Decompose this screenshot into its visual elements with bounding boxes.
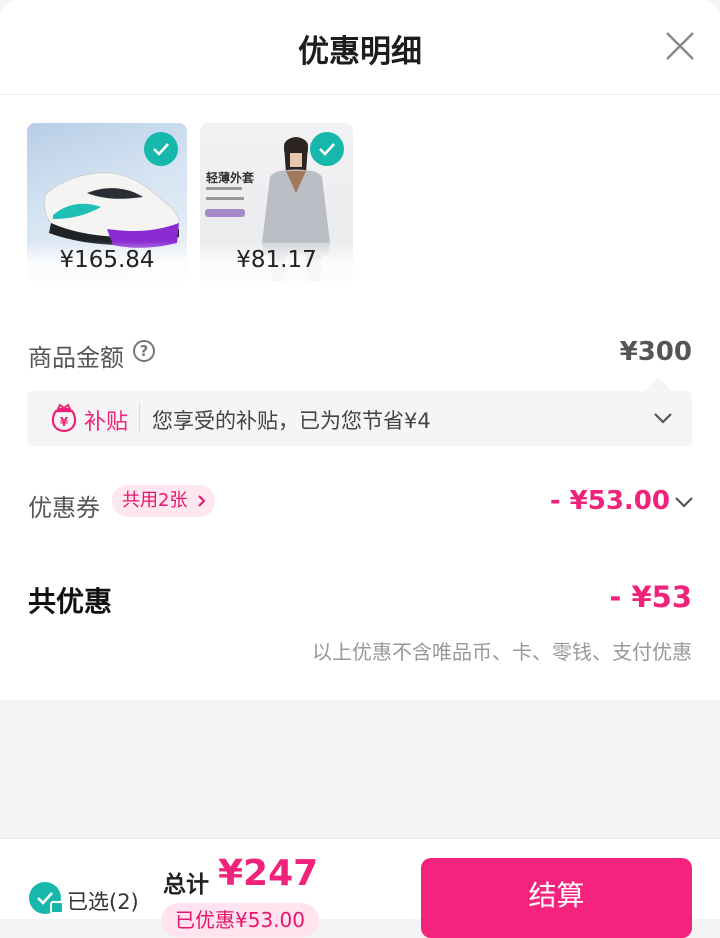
- saved-chip[interactable]: 已优惠¥53.00: [161, 903, 319, 937]
- chevron-right-icon: [198, 495, 206, 507]
- subsidy-tag: 补贴: [84, 410, 129, 435]
- total-discount-label: 共优惠: [28, 585, 113, 618]
- checkout-bar: 已选(2) 总计 ¥247 已优惠¥53.00 结算: [0, 838, 720, 938]
- svg-text:¥: ¥: [60, 415, 69, 429]
- coupon-count-chip[interactable]: 共用2张: [112, 485, 216, 517]
- chevron-down-icon[interactable]: [653, 411, 673, 425]
- goods-amount-value: ¥300: [619, 337, 692, 367]
- selected-count: 已选(2): [67, 890, 139, 914]
- check-icon: [319, 143, 335, 156]
- caption-line: [206, 197, 244, 200]
- page-title: 优惠明细: [298, 34, 422, 70]
- total-label: 总计: [163, 872, 209, 898]
- subsidy-row[interactable]: ¥ 补贴 您享受的补贴，已为您节省¥4: [27, 391, 692, 446]
- image-caption: 轻薄外套: [206, 171, 255, 185]
- close-icon[interactable]: [662, 28, 698, 64]
- help-icon[interactable]: ?: [133, 340, 155, 362]
- subsidy-notch: [644, 377, 672, 391]
- total-value: ¥247: [218, 853, 319, 894]
- check-icon: [153, 143, 169, 156]
- chevron-down-icon[interactable]: [674, 495, 694, 509]
- discount-note: 以上优惠不含唯品币、卡、零钱、支付优惠: [312, 640, 692, 664]
- checkout-button[interactable]: 结算: [421, 858, 692, 938]
- caption-tag: [205, 209, 245, 217]
- sheet-header: 优惠明细: [0, 0, 720, 95]
- discount-detail-sheet: 优惠明细 ¥165.84 轻薄外套 ¥81.17 商品金额 ? ¥300 ¥ 补…: [0, 0, 720, 700]
- selected-check[interactable]: [144, 132, 178, 166]
- caption-line: [206, 187, 242, 190]
- product-thumbnail-jacket[interactable]: 轻薄外套 ¥81.17: [200, 123, 353, 281]
- subsidy-icon: ¥: [51, 403, 77, 433]
- product-price: ¥165.84: [27, 241, 187, 281]
- total-discount-amount: - ¥53: [609, 580, 692, 614]
- selected-check[interactable]: [310, 132, 344, 166]
- coupon-label: 优惠券: [28, 494, 100, 522]
- coupon-amount: - ¥53.00: [549, 486, 670, 516]
- product-price: ¥81.17: [200, 241, 353, 281]
- divider: [139, 403, 140, 433]
- lock-icon: [50, 901, 64, 914]
- saved-text: 已优惠¥53.00: [175, 908, 305, 932]
- subsidy-text: 您享受的补贴，已为您节省¥4: [152, 409, 431, 433]
- coupon-count-text: 共用2张: [122, 490, 188, 511]
- product-thumbnail-shoe[interactable]: ¥165.84: [27, 123, 187, 281]
- goods-amount-label: 商品金额: [28, 344, 124, 372]
